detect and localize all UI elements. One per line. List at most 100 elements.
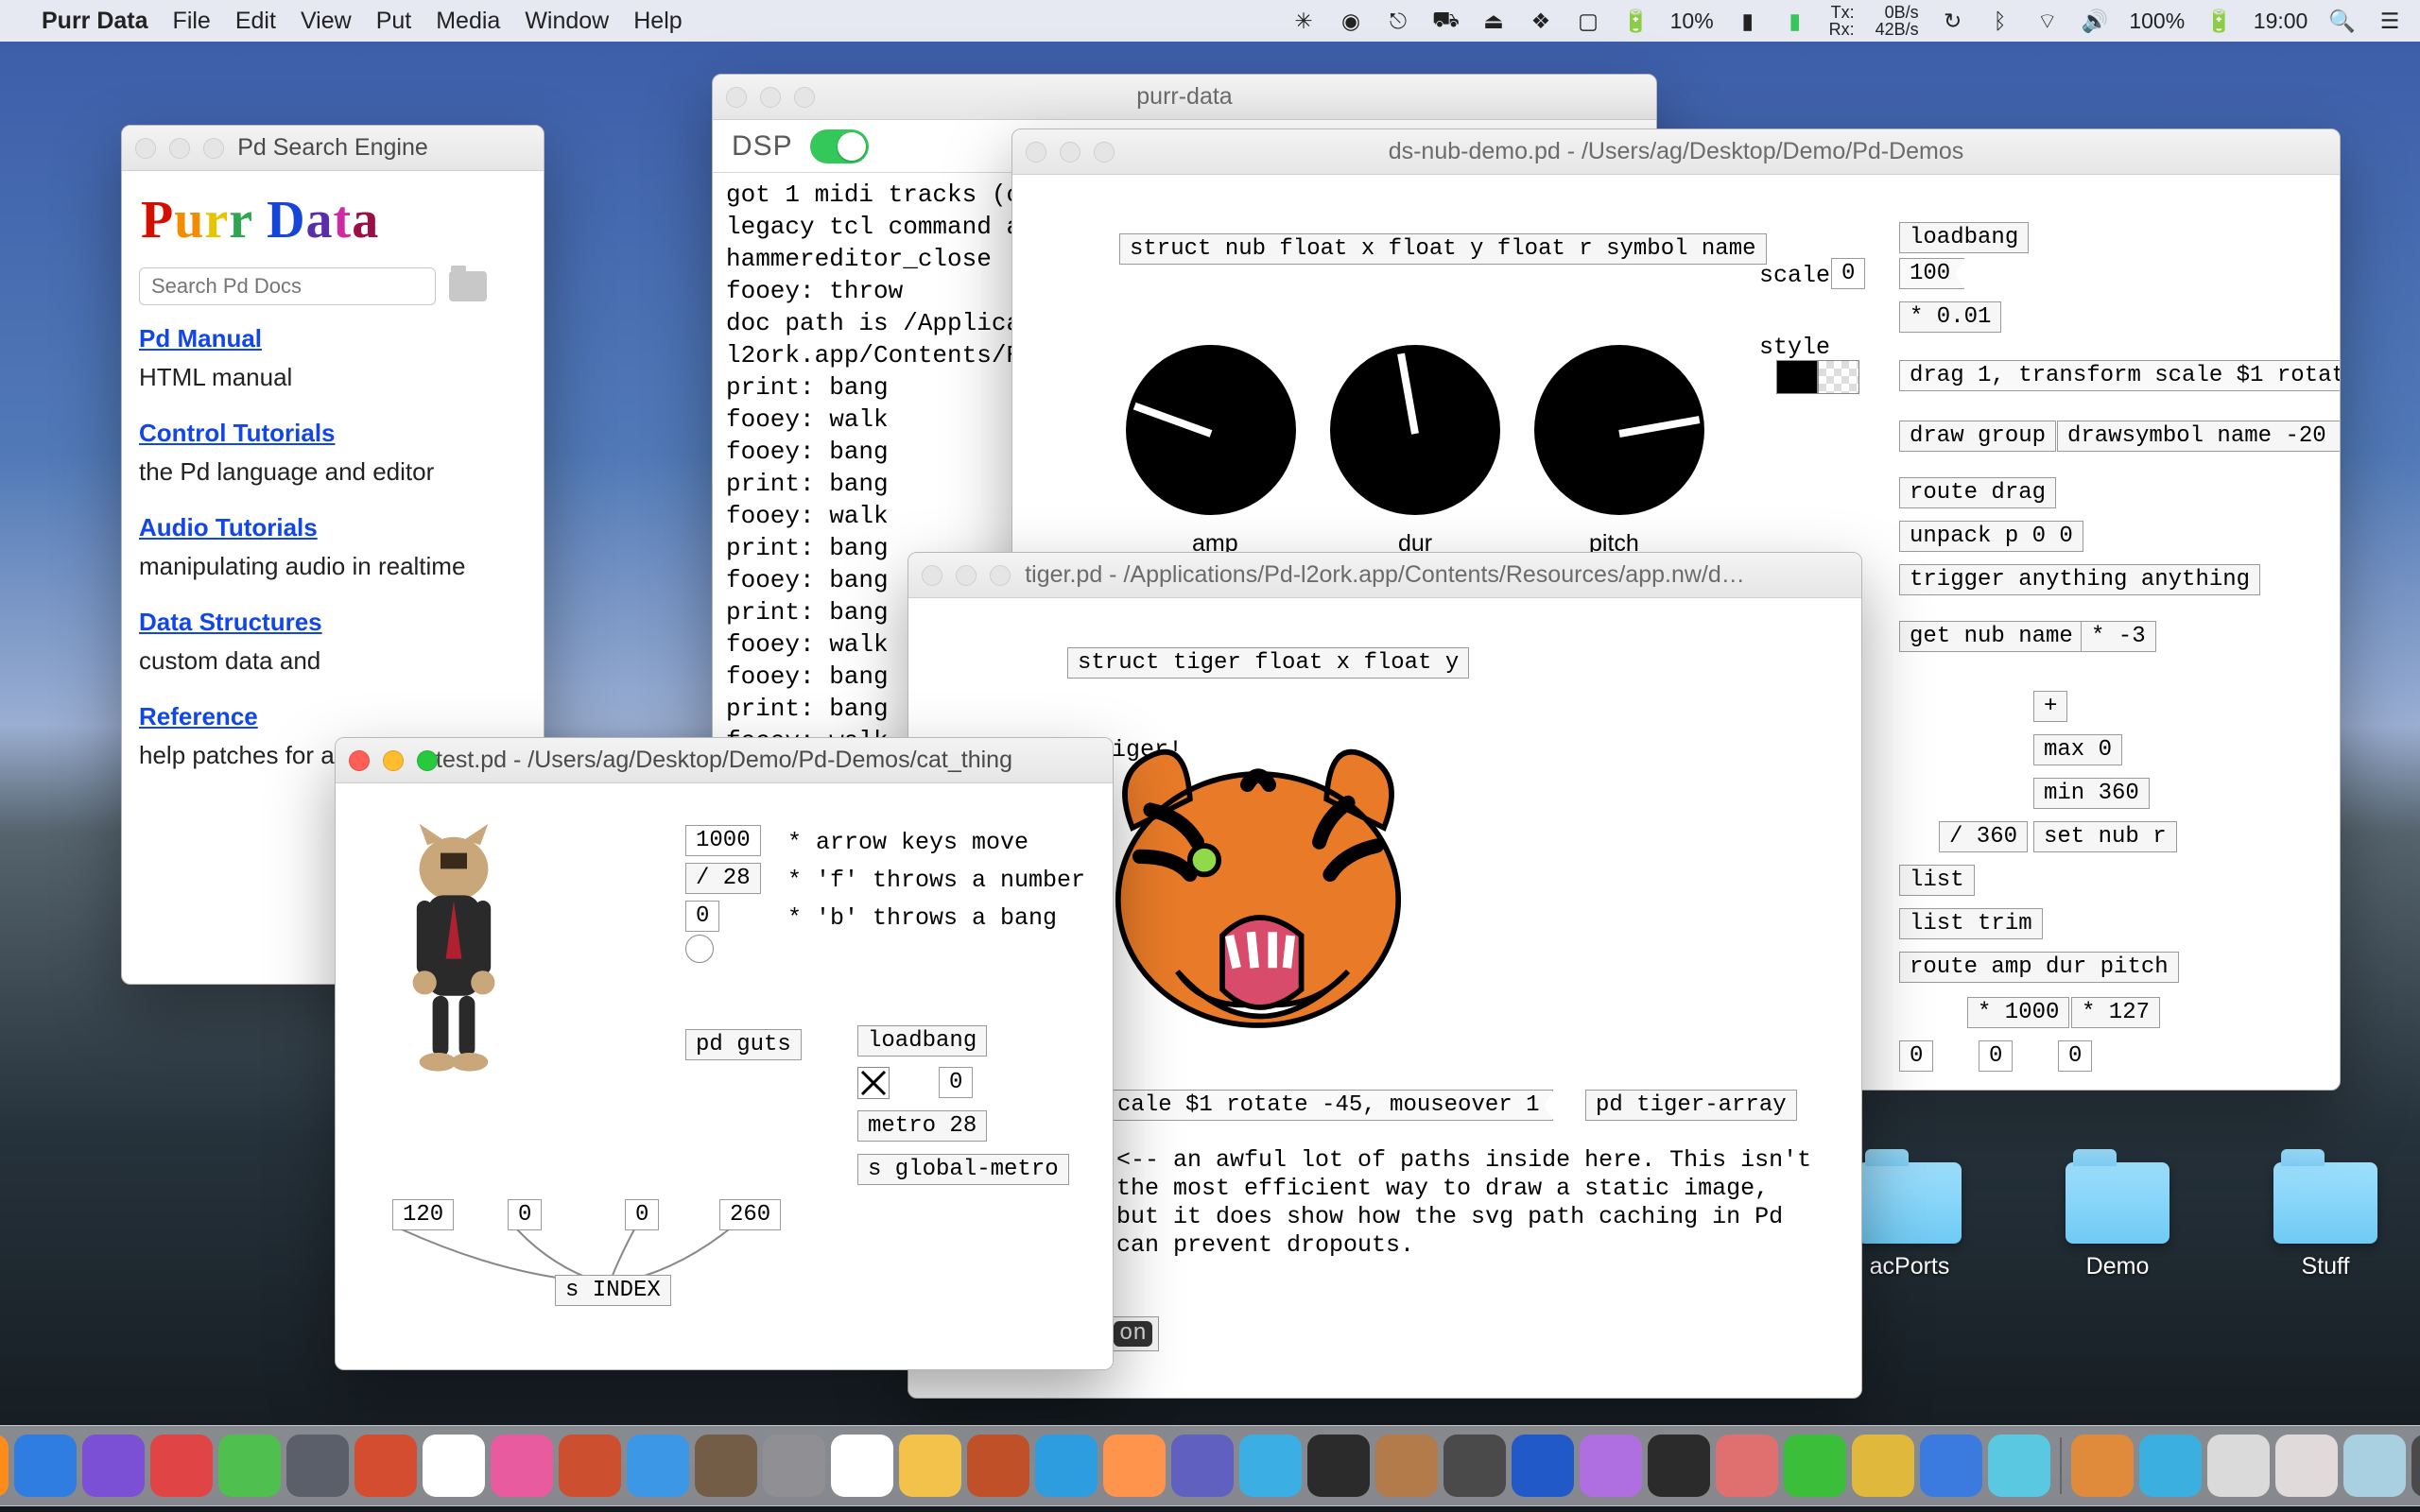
num-0b[interactable]: 0 [939, 1067, 973, 1098]
sglobal[interactable]: s global-metro [857, 1154, 1069, 1185]
titlebar-test[interactable]: test.pd - /Users/ag/Desktop/Demo/Pd-Demo… [336, 738, 1113, 783]
desktop-folder-macports[interactable]: acPorts [1853, 1162, 1966, 1280]
link-audio-tutorials[interactable]: Audio Tutorials [139, 513, 527, 542]
dock-app-33[interactable] [2071, 1435, 2134, 1497]
zoom-icon[interactable] [417, 750, 438, 771]
close-icon[interactable] [349, 750, 370, 771]
battery2-icon[interactable]: ▮ [1782, 9, 1808, 34]
dock-app-9[interactable] [423, 1435, 485, 1497]
dock-app-29[interactable] [1784, 1435, 1846, 1497]
dsp-toggle[interactable] [810, 129, 869, 163]
draw-msg[interactable]: cale $1 rotate -45, mouseover 1 [1107, 1090, 1553, 1121]
min360[interactable]: min 360 [2033, 778, 2150, 809]
struct-tiger[interactable]: struct tiger float x float y [1067, 647, 1469, 679]
dock-app-13[interactable] [695, 1435, 757, 1497]
minimize-icon[interactable] [1060, 142, 1080, 163]
display-icon[interactable]: ▢ [1575, 9, 1601, 34]
dock-app-15[interactable] [831, 1435, 893, 1497]
dock-app-8[interactable] [354, 1435, 417, 1497]
dock-app-12[interactable] [627, 1435, 689, 1497]
routedrag[interactable]: route drag [1899, 477, 2056, 508]
titlebar-search[interactable]: Pd Search Engine [122, 126, 544, 171]
close-icon[interactable] [1026, 142, 1046, 163]
drawgroup[interactable]: draw group [1899, 421, 2056, 452]
wifi-icon[interactable]: ⌔ [2034, 8, 2061, 35]
drawsymbol[interactable]: drawsymbol name -20 50 [2057, 421, 2341, 452]
dock-app-28[interactable] [1716, 1435, 1778, 1497]
dock-app-32[interactable] [1988, 1435, 2050, 1497]
link-control-tutorials[interactable]: Control Tutorials [139, 419, 527, 448]
knob-pitch[interactable] [1534, 345, 1704, 515]
toggle-x[interactable] [857, 1067, 890, 1099]
menu-view[interactable]: View [301, 8, 352, 35]
dock-app-26[interactable] [1580, 1435, 1642, 1497]
num-0[interactable]: 0 [685, 901, 719, 932]
zero-c[interactable]: 0 [2058, 1040, 2092, 1072]
dock-app-35[interactable] [2207, 1435, 2270, 1497]
zoom-icon[interactable] [203, 138, 224, 159]
bang[interactable] [685, 935, 714, 968]
dropbox-icon[interactable]: ❖ [1528, 9, 1554, 34]
desktop-folder-demo[interactable]: Demo [2061, 1162, 2174, 1280]
pd-guts[interactable]: pd guts [685, 1029, 802, 1060]
zero-b[interactable]: 0 [1979, 1040, 2013, 1072]
menu-window[interactable]: Window [525, 8, 609, 35]
listtrim[interactable]: list trim [1899, 908, 2043, 939]
circle-icon[interactable]: ◉ [1338, 9, 1364, 34]
drag-msg[interactable]: drag 1, transform scale $1 rotate r [1899, 360, 2341, 391]
dock-app-22[interactable] [1307, 1435, 1370, 1497]
dock-app-7[interactable] [286, 1435, 349, 1497]
zero-a[interactable]: 0 [1899, 1040, 1933, 1072]
tiger-array[interactable]: pd tiger-array [1585, 1090, 1797, 1121]
spotlight-icon[interactable]: 🔍 [2328, 9, 2356, 34]
knob-amp[interactable] [1126, 345, 1296, 515]
nz1[interactable]: 0 [508, 1199, 542, 1230]
close-icon[interactable] [726, 87, 747, 108]
minimize-icon[interactable] [956, 565, 977, 586]
setnub[interactable]: set nub r [2033, 821, 2177, 852]
knob-dur[interactable] [1330, 345, 1500, 515]
minimize-icon[interactable] [760, 87, 781, 108]
t1000[interactable]: * 1000 [1967, 997, 2069, 1028]
search-input[interactable] [139, 267, 436, 305]
list[interactable]: list [1899, 865, 1975, 896]
max0[interactable]: max 0 [2033, 734, 2122, 765]
phone-icon[interactable]: ▮ [1735, 9, 1761, 34]
dock-app-21[interactable] [1239, 1435, 1302, 1497]
wifi-small-icon[interactable]: ⎋ [1385, 9, 1411, 34]
close-icon[interactable] [135, 138, 156, 159]
dock-app-2[interactable] [0, 1435, 9, 1497]
titlebar-console[interactable]: purr-data [713, 75, 1656, 120]
battery-icon[interactable]: 🔋 [2205, 9, 2233, 34]
volume-icon[interactable]: 🔊 [2082, 9, 2109, 34]
zoom-icon[interactable] [990, 565, 1011, 586]
dock-app-24[interactable] [1443, 1435, 1506, 1497]
loadbang[interactable]: loadbang [857, 1025, 987, 1057]
unpack[interactable]: unpack p 0 0 [1899, 521, 2083, 552]
on-toggle[interactable]: on [1107, 1316, 1159, 1351]
dock-app-16[interactable] [899, 1435, 961, 1497]
t127[interactable]: * 127 [2071, 997, 2160, 1028]
nz2[interactable]: 0 [625, 1199, 659, 1230]
dock-app-23[interactable] [1375, 1435, 1438, 1497]
scale-num[interactable]: 0 [1831, 258, 1865, 289]
metro[interactable]: metro 28 [857, 1110, 987, 1142]
div28[interactable]: / 28 [685, 863, 761, 894]
dock-app-25[interactable] [1512, 1435, 1574, 1497]
zoom-icon[interactable] [1094, 142, 1115, 163]
num-1000[interactable]: 1000 [685, 825, 761, 856]
truck-icon[interactable]: ⛟ [1432, 7, 1460, 35]
link-pd-manual[interactable]: Pd Manual [139, 324, 527, 353]
dock-app-38[interactable] [2411, 1435, 2420, 1497]
struct-box[interactable]: struct nub float x float y float r symbo… [1119, 233, 1767, 265]
menu-edit[interactable]: Edit [235, 8, 276, 35]
zoom-icon[interactable] [794, 87, 815, 108]
menu-put[interactable]: Put [376, 8, 412, 35]
dock-app-14[interactable] [763, 1435, 825, 1497]
link-data-structures[interactable]: Data Structures [139, 608, 527, 637]
dock-app-34[interactable] [2139, 1435, 2202, 1497]
trigger[interactable]: trigger anything anything [1899, 564, 2260, 595]
dock-app-4[interactable] [82, 1435, 145, 1497]
style-swatch-black[interactable] [1776, 360, 1818, 394]
menu-file[interactable]: File [173, 8, 211, 35]
